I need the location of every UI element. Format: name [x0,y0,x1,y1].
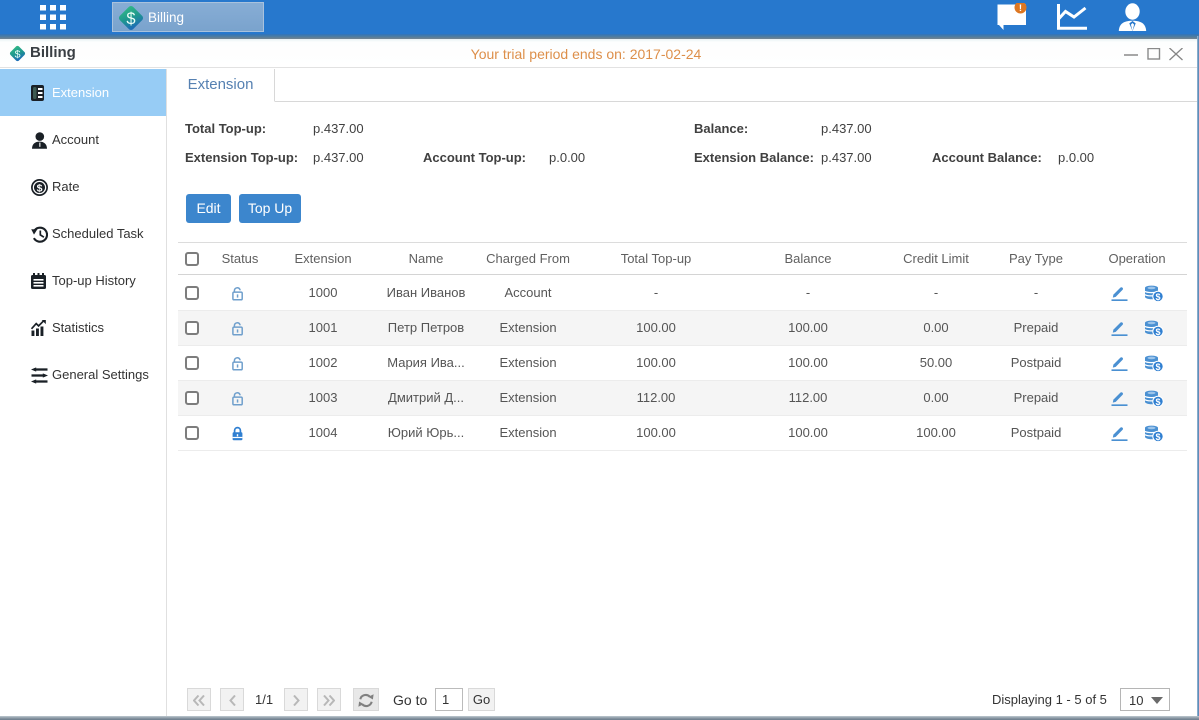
svg-text:$: $ [37,182,43,194]
svg-text:$: $ [1155,432,1160,442]
svg-text:$: $ [1155,362,1160,372]
svg-text:!: ! [1019,3,1022,14]
svg-text:$: $ [1155,327,1160,337]
svg-text:$: $ [1155,292,1160,302]
svg-text:$: $ [126,10,135,28]
svg-text:$: $ [1155,397,1160,407]
